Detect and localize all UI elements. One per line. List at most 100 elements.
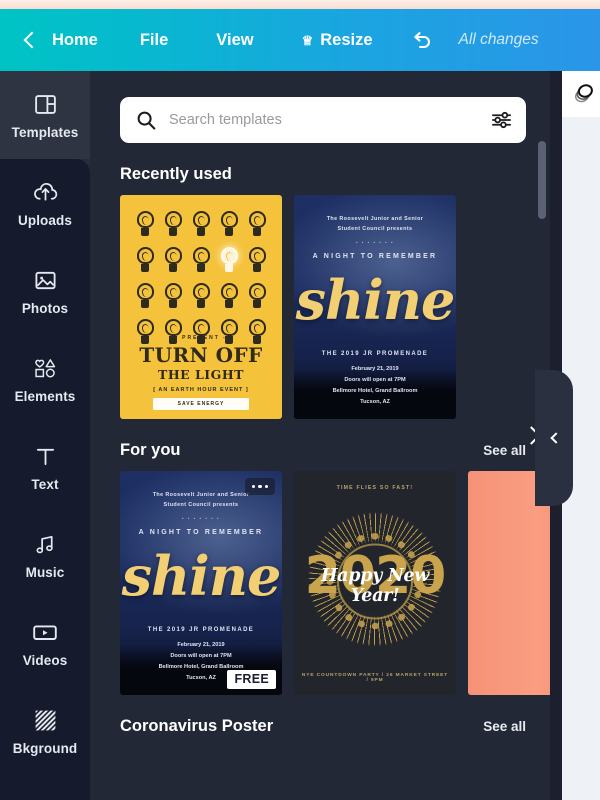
poster-prom-label: THE 2019 JR PROMENADE	[321, 351, 429, 357]
lightbulb-icon	[164, 247, 182, 272]
bulb-base	[141, 228, 149, 236]
dot	[264, 484, 268, 489]
crown-icon: ♕	[301, 32, 314, 48]
filter-sliders-icon[interactable]	[491, 110, 512, 130]
poster-title: TURN OFF	[139, 343, 263, 367]
music-note-icon	[31, 530, 59, 558]
template-card-happy-new-year[interactable]: TIME FLIES SO FAST! 2020 Happy New Year!…	[294, 471, 456, 695]
bulb-glass	[192, 211, 210, 228]
poster-night-label: A NIGHT TO REMEMBER	[138, 529, 264, 536]
poster-presenter-line1: The Roosevelt Junior and Senior	[152, 492, 250, 498]
sidebar-label: Music	[25, 565, 65, 580]
sidebar-item-templates[interactable]: Templates	[0, 71, 90, 159]
poster-detail-4: Tucson, AZ	[360, 399, 390, 406]
bulb-glass	[136, 211, 154, 228]
sidebar-item-uploads[interactable]: Uploads	[0, 159, 90, 247]
search-box[interactable]	[120, 97, 526, 143]
more-options-icon[interactable]	[245, 478, 275, 495]
home-label: Home	[52, 30, 98, 49]
bulb-base	[197, 300, 205, 308]
sidebar-label: Bkground	[12, 741, 78, 756]
bulb-glass	[220, 211, 238, 228]
poster-greeting: Happy New Year!	[320, 566, 430, 607]
lightbulb-icon	[220, 283, 238, 308]
sidebar-label: Text	[31, 477, 59, 492]
bulb-glass	[192, 247, 210, 264]
layers-icon[interactable]	[571, 80, 597, 109]
bulb-glass	[164, 247, 182, 264]
templates-panel: Recently used - PRESENT - TURN OFF THE L…	[90, 71, 550, 800]
bulb-glass	[192, 319, 210, 336]
poster-word-shine: shine	[121, 544, 282, 608]
lightbulb-icon	[220, 211, 238, 236]
video-icon	[31, 618, 59, 646]
poster-turn-off-light: - PRESENT - TURN OFF THE LIGHT [ AN EART…	[120, 195, 282, 419]
sidebar-label: Videos	[22, 653, 68, 668]
poster-detail-3: Bellmore Hotel, Grand Ballroom	[158, 664, 244, 671]
poster-tagline: [ AN EARTH HOUR EVENT ]	[153, 387, 249, 393]
bulb-glass	[164, 319, 182, 336]
panel-collapse-button[interactable]	[535, 370, 573, 506]
bulb-base	[253, 228, 261, 236]
canva-editor-window: Home File View ♕ Resize All changes Temp…	[0, 0, 600, 800]
search-icon	[137, 111, 156, 130]
scrollbar-thumb[interactable]	[538, 141, 546, 219]
bulb-glass	[192, 283, 210, 300]
bulb-glass	[248, 283, 266, 300]
poster-detail-1: February 21, 2019	[351, 366, 399, 373]
bulb-base	[197, 264, 205, 272]
sidebar-label: Templates	[11, 125, 79, 140]
sidebar-item-elements[interactable]: Elements	[0, 335, 90, 423]
dot	[258, 484, 262, 489]
poster-shine: The Roosevelt Junior and Senior Student …	[294, 195, 456, 419]
hatch-pattern-icon	[31, 706, 59, 734]
dot	[252, 484, 256, 489]
sidebar-item-text[interactable]: Text	[0, 423, 90, 511]
sidebar-item-bkground[interactable]: Bkground	[0, 687, 90, 775]
search-input[interactable]	[169, 112, 491, 128]
sidebar-item-music[interactable]: Music	[0, 511, 90, 599]
bulb-base	[169, 300, 177, 308]
text-icon	[31, 442, 59, 470]
bulb-base	[225, 300, 233, 308]
lightbulb-icon	[136, 211, 154, 236]
sidebar-item-photos[interactable]: Photos	[0, 247, 90, 335]
resize-button[interactable]: ♕ Resize	[302, 31, 373, 50]
bulb-base	[253, 300, 261, 308]
lightbulb-icon	[164, 211, 182, 236]
lightbulb-lit-icon	[220, 247, 238, 272]
templates-icon	[31, 90, 59, 118]
undo-button[interactable]	[411, 31, 433, 50]
chevron-left-icon	[550, 432, 562, 444]
lightbulb-icon	[192, 247, 210, 272]
top-accent-strip	[0, 0, 600, 9]
bulb-glass	[136, 283, 154, 300]
lightbulb-icon	[164, 283, 182, 308]
poster-shine-2: The Roosevelt Junior and Senior Student …	[120, 471, 282, 695]
poster-presenter: The Roosevelt Junior and Senior Student …	[306, 214, 444, 234]
bulb-base	[141, 300, 149, 308]
file-menu[interactable]: File	[140, 31, 168, 50]
poster-night-label: A NIGHT TO REMEMBER	[312, 253, 438, 260]
home-button[interactable]: Home	[23, 30, 98, 50]
poster-ornament: • • • • • • •	[355, 240, 395, 245]
sidebar-item-videos[interactable]: Videos	[0, 599, 90, 687]
for-you-row: The Roosevelt Junior and Senior Student …	[90, 426, 550, 695]
section-title: Coronavirus Poster	[120, 717, 274, 735]
bulb-glass	[248, 247, 266, 264]
bulb-base	[169, 264, 177, 272]
sidebar-label: Elements	[14, 389, 76, 404]
template-card-turn-off-the-light[interactable]: - PRESENT - TURN OFF THE LIGHT [ AN EART…	[120, 195, 282, 419]
template-card-shine-recent[interactable]: The Roosevelt Junior and Senior Student …	[294, 195, 456, 419]
view-menu[interactable]: View	[216, 31, 253, 50]
poster-detail-1: February 21, 2019	[177, 642, 225, 649]
bulb-glass	[136, 319, 154, 336]
bulb-base	[169, 228, 177, 236]
template-card-shine-foryou[interactable]: The Roosevelt Junior and Senior Student …	[120, 471, 282, 695]
bulb-grid	[131, 211, 271, 344]
see-all-link-coronavirus[interactable]: See all	[483, 719, 526, 734]
lightbulb-icon	[248, 211, 266, 236]
section-header-recently-used: Recently used	[90, 165, 550, 184]
lightbulb-icon	[192, 283, 210, 308]
section-title: For you	[120, 441, 181, 459]
